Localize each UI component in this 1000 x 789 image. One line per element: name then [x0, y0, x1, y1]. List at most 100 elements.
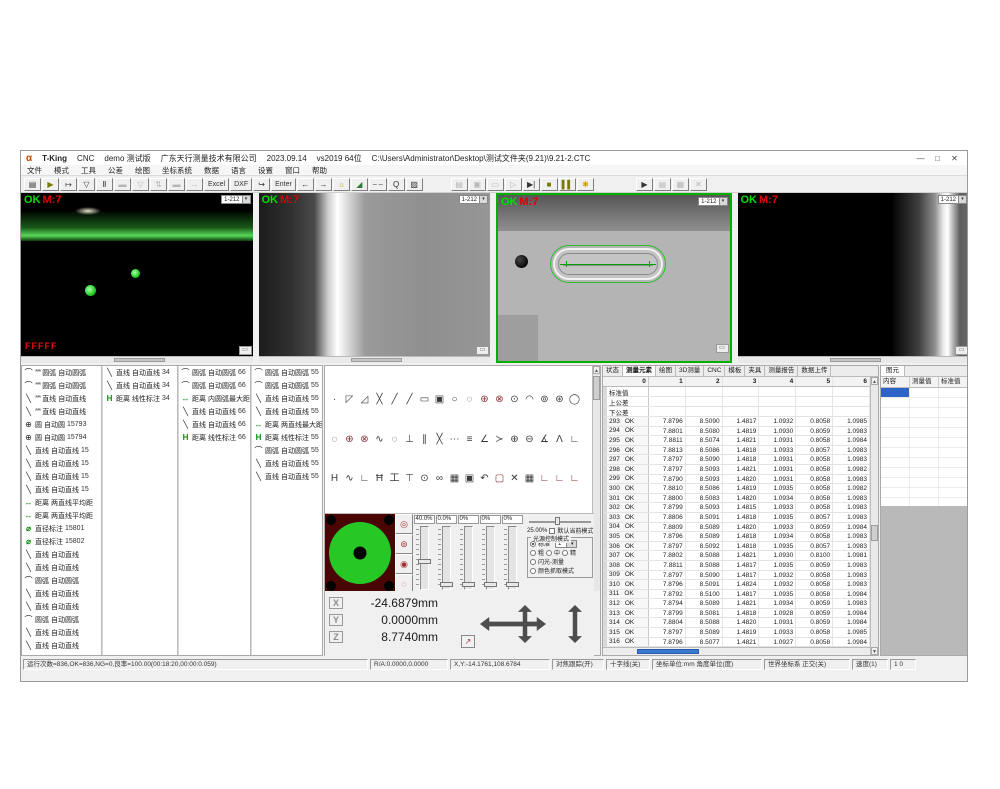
corner-dim-tool-icon[interactable]: ∟ — [357, 472, 372, 487]
measurement-cell[interactable]: 7.8794 — [649, 599, 686, 608]
column-header[interactable]: 4 — [759, 377, 796, 386]
element-item[interactable]: ╲***直线自动直线 — [22, 392, 101, 405]
measurement-cell[interactable]: 7.8802 — [649, 551, 686, 560]
scrollbar-thumb[interactable] — [114, 358, 165, 362]
measurement-cell[interactable]: 8.5093 — [686, 465, 723, 474]
measurement-cell[interactable]: 7.8799 — [649, 609, 686, 618]
measurement-cell[interactable]: 8.5081 — [686, 609, 723, 618]
element-item[interactable]: ╲直线自动直线55 — [252, 405, 322, 418]
slider-thumb[interactable] — [418, 559, 431, 564]
element-item[interactable]: ╲直线自动直线15 — [22, 470, 101, 483]
cell[interactable] — [833, 407, 870, 416]
cell[interactable] — [910, 458, 939, 467]
menu-item-10[interactable]: 帮助 — [306, 165, 333, 176]
camera-view-1[interactable]: OKM:7 1-212▾ FFFFF ▭ — [21, 193, 253, 363]
slider-track[interactable] — [442, 526, 451, 590]
measurement-cell[interactable]: 1.0983 — [833, 513, 870, 522]
toolbar-close-x-button[interactable]: ✕ — [690, 178, 707, 191]
diagonal-move-button[interactable]: ↗ — [461, 635, 475, 648]
element-item[interactable]: ⌀直径标注15802 — [22, 535, 101, 548]
region-tool-icon[interactable]: ▢ — [492, 472, 507, 487]
table-row[interactable]: 313OK7.87998.50811.48181.09280.80591.098… — [603, 609, 870, 619]
radio-coarse[interactable] — [530, 550, 536, 556]
measurement-cell[interactable]: 1.4818 — [723, 455, 760, 464]
apex-tool-icon[interactable]: Λ — [552, 432, 567, 447]
element-item[interactable]: ╲直线自动直线 — [22, 587, 101, 600]
jog-z-arrow[interactable] — [568, 605, 582, 643]
cell[interactable] — [939, 458, 968, 467]
corner-lamp-dot[interactable] — [326, 581, 336, 591]
element-item[interactable]: ⊕圆自动圆15794 — [22, 431, 101, 444]
measurement-cell[interactable]: 1.0931 — [759, 436, 796, 445]
tolerance-row[interactable]: 上公差 — [603, 397, 870, 407]
toolbar-run-button[interactable]: ✱ — [577, 178, 594, 191]
position-tool-icon[interactable]: ⊙ — [417, 472, 432, 487]
detail-column-header[interactable]: 内容 — [881, 377, 910, 387]
cell[interactable] — [796, 397, 833, 406]
measurement-cell[interactable]: 8.5090 — [686, 417, 723, 426]
measurement-cell[interactable]: 1.0984 — [833, 618, 870, 627]
column-header[interactable]: 3 — [723, 377, 760, 386]
measurement-cell[interactable]: 1.4819 — [723, 484, 760, 493]
toolbar-zoom-button[interactable]: Q — [388, 178, 405, 191]
detail-row[interactable] — [881, 428, 968, 438]
toolbar-dxf-button[interactable]: DXF — [230, 178, 252, 191]
table-row[interactable]: 295OK7.88118.50741.48211.09310.80581.098… — [603, 436, 870, 446]
measurement-cell[interactable]: 1.0983 — [833, 561, 870, 570]
measurement-cell[interactable]: 7.8796 — [649, 417, 686, 426]
measurement-cell[interactable]: 1.0928 — [759, 609, 796, 618]
tab-primitives[interactable]: 图元 — [881, 366, 905, 376]
element-item[interactable]: ╲直线自动直线55 — [252, 470, 322, 483]
measurement-cell[interactable]: 1.0935 — [759, 542, 796, 551]
scrollbar-thumb[interactable] — [830, 358, 881, 362]
measurement-cell[interactable]: 1.0935 — [759, 484, 796, 493]
measurement-cell[interactable]: 8.5089 — [686, 523, 723, 532]
element-item[interactable]: ⌒圆弧自动圆弧 — [22, 574, 101, 587]
measurement-cell[interactable]: 1.0984 — [833, 590, 870, 599]
table-hscrollbar[interactable] — [603, 647, 870, 655]
cell[interactable] — [910, 468, 939, 477]
measurement-cell[interactable]: 1.0983 — [833, 455, 870, 464]
toolbar-measure-path-button[interactable]: ↦ — [60, 178, 77, 191]
caliper-tool-icon[interactable]: ∿ — [342, 472, 357, 487]
measurement-cell[interactable]: 0.8057 — [796, 513, 833, 522]
measurement-cell[interactable]: 1.0984 — [833, 638, 870, 647]
toolbar-up-down-button[interactable]: ⇅ — [150, 178, 167, 191]
measurement-cell[interactable]: 1.0981 — [833, 551, 870, 560]
toolbar-copy-button[interactable]: ▣ — [469, 178, 486, 191]
measurement-cell[interactable]: 0.8058 — [796, 628, 833, 637]
measurement-cell[interactable]: 8.5090 — [686, 455, 723, 464]
cell[interactable] — [910, 488, 939, 497]
measurement-cell[interactable]: 1.4820 — [723, 475, 760, 484]
toolbar-save-3-button[interactable]: ▤ — [654, 178, 671, 191]
cross-point-tool-icon[interactable]: ╳ — [372, 393, 387, 408]
measurement-cell[interactable]: 1.4821 — [723, 551, 760, 560]
element-item[interactable]: ⌒***圆弧自动圆弧 — [22, 366, 101, 379]
measurement-cell[interactable]: 1.0931 — [759, 618, 796, 627]
measurement-cell[interactable]: 8.5093 — [686, 503, 723, 512]
measurement-cell[interactable]: 1.4817 — [723, 417, 760, 426]
diameter-tool-icon[interactable]: ⊖ — [522, 432, 537, 447]
measurement-cell[interactable]: 1.0934 — [759, 494, 796, 503]
element-item[interactable]: ╲直线自动直线 — [22, 548, 101, 561]
column-header[interactable]: 6 — [833, 377, 870, 386]
toolbar-dash-button[interactable]: – – — [369, 178, 387, 191]
cell[interactable] — [796, 387, 833, 396]
measurement-cell[interactable]: 1.0935 — [759, 561, 796, 570]
table-row[interactable]: 294OK7.88018.50801.48191.09300.80591.098… — [603, 427, 870, 437]
element-item[interactable]: ⌒圆弧自动圆弧55 — [252, 379, 322, 392]
scrollbar-thumb[interactable] — [593, 376, 600, 400]
measurement-cell[interactable]: 1.0982 — [833, 465, 870, 474]
measurement-cell[interactable]: 0.8059 — [796, 561, 833, 570]
radio-standard[interactable] — [530, 541, 536, 547]
table-tab-7[interactable]: 测量报告 — [765, 366, 798, 376]
menu-item-6[interactable]: 数据 — [198, 165, 225, 176]
radio-fine[interactable] — [562, 550, 568, 556]
vertex-tool-icon[interactable]: ≻ — [492, 432, 507, 447]
measurement-cell[interactable]: 0.8058 — [796, 455, 833, 464]
cell[interactable] — [939, 418, 968, 427]
measurement-cell[interactable]: 1.0931 — [759, 475, 796, 484]
measurement-cell[interactable]: 1.0933 — [759, 628, 796, 637]
measurement-cell[interactable]: 8.5089 — [686, 599, 723, 608]
measurement-cell[interactable]: 8.5083 — [686, 494, 723, 503]
